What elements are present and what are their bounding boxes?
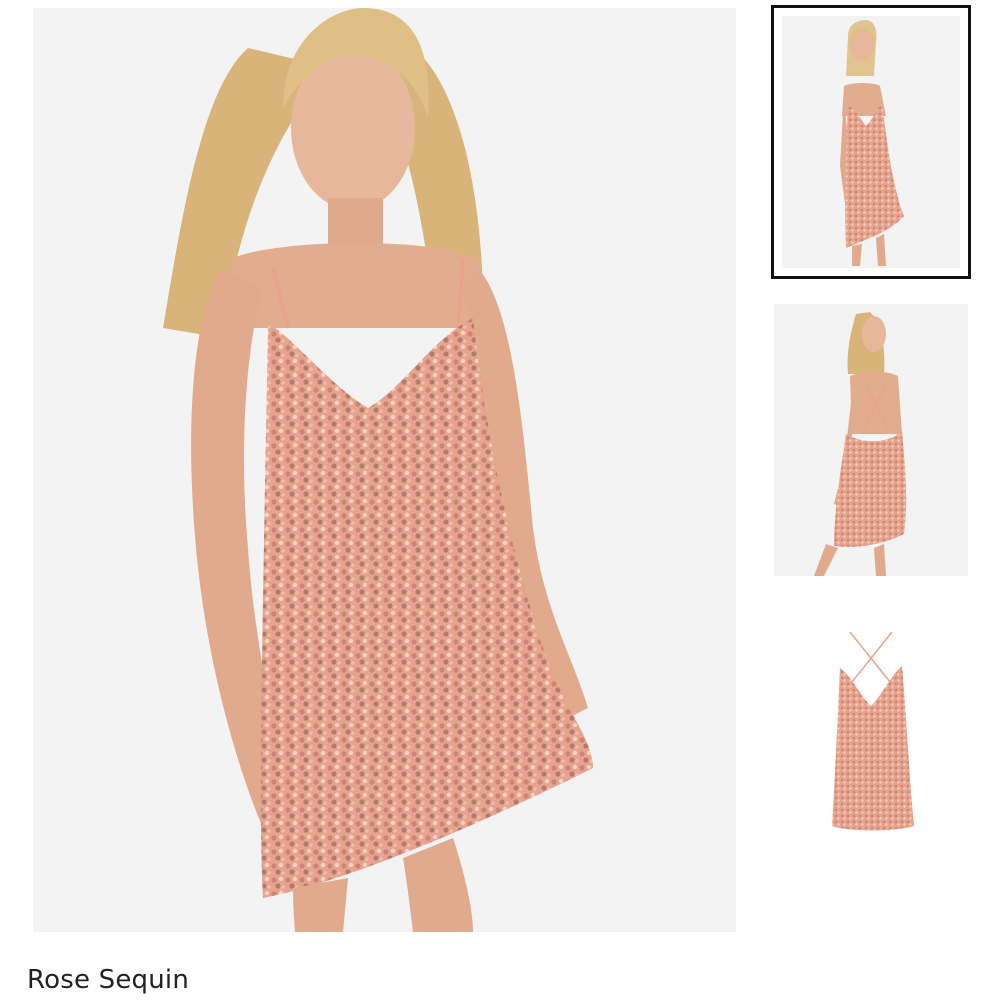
thumbnail-dress-flat[interactable]: [774, 610, 968, 852]
product-page: Rose Sequin: [0, 0, 1000, 1000]
thumbnail-model-front[interactable]: [771, 5, 971, 279]
thumbnail-model-back[interactable]: [774, 304, 968, 576]
product-title: Rose Sequin: [27, 965, 189, 995]
thumbnail-model-front-image: [782, 16, 960, 268]
main-product-image[interactable]: [33, 8, 736, 932]
